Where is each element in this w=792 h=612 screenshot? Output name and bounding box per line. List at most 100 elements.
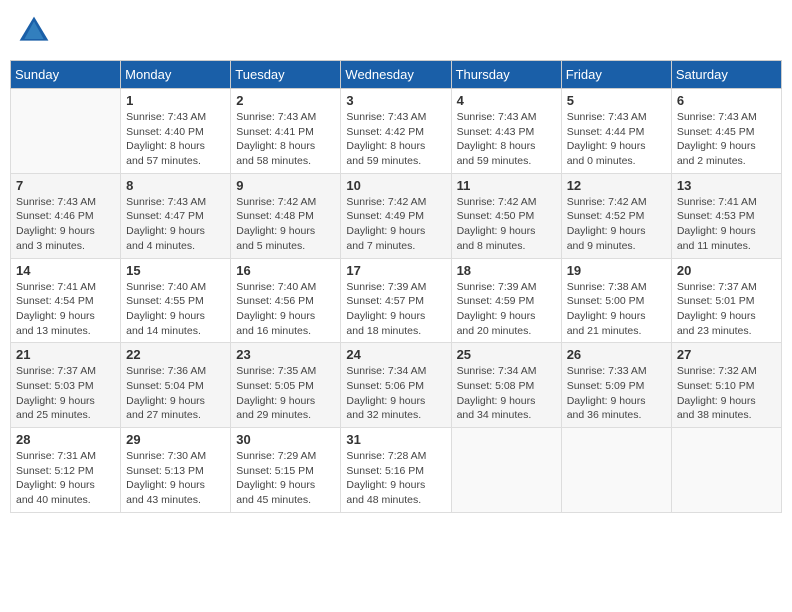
day-detail: Sunrise: 7:43 AMSunset: 4:45 PMDaylight:… [677, 110, 776, 169]
day-number: 26 [567, 347, 666, 362]
day-detail: Sunrise: 7:39 AMSunset: 4:59 PMDaylight:… [457, 280, 556, 339]
weekday-header-saturday: Saturday [671, 61, 781, 89]
calendar-day-cell: 9 Sunrise: 7:42 AMSunset: 4:48 PMDaylight… [231, 173, 341, 258]
calendar-day-cell: 12Sunrise: 7:42 AMSunset: 4:52 PMDayligh… [561, 173, 671, 258]
day-number: 21 [16, 347, 115, 362]
day-detail: Sunrise: 7:35 AMSunset: 5:05 PMDaylight:… [236, 364, 335, 423]
day-detail: Sunrise: 7:42 AMSunset: 4:50 PMDaylight:… [457, 195, 556, 254]
calendar-day-cell [671, 428, 781, 513]
day-detail: Sunrise: 7:42 AMSunset: 4:48 PMDaylight:… [236, 195, 335, 254]
calendar-day-cell [561, 428, 671, 513]
weekday-header-wednesday: Wednesday [341, 61, 451, 89]
day-detail: Sunrise: 7:32 AMSunset: 5:10 PMDaylight:… [677, 364, 776, 423]
calendar-day-cell: 20 Sunrise: 7:37 AMSunset: 5:01 PMDayligh… [671, 258, 781, 343]
day-number: 12 [567, 178, 666, 193]
calendar-week-row: 14 Sunrise: 7:41 AMSunset: 4:54 PMDayligh… [11, 258, 782, 343]
day-detail: Sunrise: 7:41 AMSunset: 4:54 PMDaylight:… [16, 280, 115, 339]
day-detail: Sunrise: 7:39 AMSunset: 4:57 PMDaylight:… [346, 280, 445, 339]
day-number: 28 [16, 432, 115, 447]
calendar-week-row: 1 Sunrise: 7:43 AMSunset: 4:40 PMDaylight… [11, 89, 782, 174]
logo-icon [18, 15, 50, 47]
calendar-day-cell: 23 Sunrise: 7:35 AMSunset: 5:05 PMDayligh… [231, 343, 341, 428]
calendar-day-cell [11, 89, 121, 174]
day-number: 4 [457, 93, 556, 108]
day-detail: Sunrise: 7:28 AMSunset: 5:16 PMDaylight:… [346, 449, 445, 508]
calendar-day-cell: 19 Sunrise: 7:38 AMSunset: 5:00 PMDayligh… [561, 258, 671, 343]
calendar-week-row: 21Sunrise: 7:37 AMSunset: 5:03 PMDayligh… [11, 343, 782, 428]
day-detail: Sunrise: 7:34 AMSunset: 5:08 PMDaylight:… [457, 364, 556, 423]
day-number: 15 [126, 263, 225, 278]
day-detail: Sunrise: 7:43 AMSunset: 4:44 PMDaylight:… [567, 110, 666, 169]
day-number: 2 [236, 93, 335, 108]
day-number: 23 [236, 347, 335, 362]
day-number: 5 [567, 93, 666, 108]
weekday-header-row: SundayMondayTuesdayWednesdayThursdayFrid… [11, 61, 782, 89]
day-number: 25 [457, 347, 556, 362]
day-number: 8 [126, 178, 225, 193]
calendar-day-cell: 22Sunrise: 7:36 AMSunset: 5:04 PMDayligh… [121, 343, 231, 428]
day-number: 11 [457, 178, 556, 193]
day-number: 7 [16, 178, 115, 193]
day-number: 31 [346, 432, 445, 447]
calendar-day-cell: 4Sunrise: 7:43 AMSunset: 4:43 PMDaylight… [451, 89, 561, 174]
day-number: 20 [677, 263, 776, 278]
calendar-day-cell: 13 Sunrise: 7:41 AMSunset: 4:53 PMDayligh… [671, 173, 781, 258]
day-detail: Sunrise: 7:29 AMSunset: 5:15 PMDaylight:… [236, 449, 335, 508]
day-detail: Sunrise: 7:31 AMSunset: 5:12 PMDaylight:… [16, 449, 115, 508]
day-number: 9 [236, 178, 335, 193]
day-number: 18 [457, 263, 556, 278]
calendar-day-cell: 16 Sunrise: 7:40 AMSunset: 4:56 PMDayligh… [231, 258, 341, 343]
calendar-day-cell: 29 Sunrise: 7:30 AMSunset: 5:13 PMDayligh… [121, 428, 231, 513]
calendar-day-cell: 10 Sunrise: 7:42 AMSunset: 4:49 PMDayligh… [341, 173, 451, 258]
day-number: 1 [126, 93, 225, 108]
day-detail: Sunrise: 7:41 AMSunset: 4:53 PMDaylight:… [677, 195, 776, 254]
day-number: 13 [677, 178, 776, 193]
calendar-week-row: 28 Sunrise: 7:31 AMSunset: 5:12 PMDayligh… [11, 428, 782, 513]
day-number: 29 [126, 432, 225, 447]
day-detail: Sunrise: 7:43 AMSunset: 4:41 PMDaylight:… [236, 110, 335, 169]
day-detail: Sunrise: 7:37 AMSunset: 5:01 PMDaylight:… [677, 280, 776, 339]
calendar-day-cell: 17Sunrise: 7:39 AMSunset: 4:57 PMDayligh… [341, 258, 451, 343]
calendar-day-cell: 31 Sunrise: 7:28 AMSunset: 5:16 PMDayligh… [341, 428, 451, 513]
weekday-header-monday: Monday [121, 61, 231, 89]
calendar-day-cell: 28 Sunrise: 7:31 AMSunset: 5:12 PMDayligh… [11, 428, 121, 513]
day-detail: Sunrise: 7:43 AMSunset: 4:46 PMDaylight:… [16, 195, 115, 254]
calendar-day-cell: 3 Sunrise: 7:43 AMSunset: 4:42 PMDaylight… [341, 89, 451, 174]
day-number: 6 [677, 93, 776, 108]
calendar-day-cell: 5 Sunrise: 7:43 AMSunset: 4:44 PMDaylight… [561, 89, 671, 174]
weekday-header-thursday: Thursday [451, 61, 561, 89]
day-detail: Sunrise: 7:43 AMSunset: 4:40 PMDaylight:… [126, 110, 225, 169]
calendar-day-cell: 15 Sunrise: 7:40 AMSunset: 4:55 PMDayligh… [121, 258, 231, 343]
day-detail: Sunrise: 7:43 AMSunset: 4:47 PMDaylight:… [126, 195, 225, 254]
day-number: 30 [236, 432, 335, 447]
day-detail: Sunrise: 7:43 AMSunset: 4:42 PMDaylight:… [346, 110, 445, 169]
weekday-header-sunday: Sunday [11, 61, 121, 89]
day-number: 14 [16, 263, 115, 278]
day-detail: Sunrise: 7:40 AMSunset: 4:56 PMDaylight:… [236, 280, 335, 339]
logo [18, 15, 54, 47]
page-header [10, 10, 782, 52]
calendar-day-cell: 8 Sunrise: 7:43 AMSunset: 4:47 PMDaylight… [121, 173, 231, 258]
calendar-day-cell: 18 Sunrise: 7:39 AMSunset: 4:59 PMDayligh… [451, 258, 561, 343]
calendar-day-cell [451, 428, 561, 513]
day-detail: Sunrise: 7:42 AMSunset: 4:49 PMDaylight:… [346, 195, 445, 254]
day-detail: Sunrise: 7:40 AMSunset: 4:55 PMDaylight:… [126, 280, 225, 339]
calendar-day-cell: 30 Sunrise: 7:29 AMSunset: 5:15 PMDayligh… [231, 428, 341, 513]
calendar-day-cell: 14 Sunrise: 7:41 AMSunset: 4:54 PMDayligh… [11, 258, 121, 343]
calendar-day-cell: 11 Sunrise: 7:42 AMSunset: 4:50 PMDayligh… [451, 173, 561, 258]
day-number: 24 [346, 347, 445, 362]
day-detail: Sunrise: 7:30 AMSunset: 5:13 PMDaylight:… [126, 449, 225, 508]
day-number: 3 [346, 93, 445, 108]
calendar-table: SundayMondayTuesdayWednesdayThursdayFrid… [10, 60, 782, 513]
calendar-day-cell: 7 Sunrise: 7:43 AMSunset: 4:46 PMDaylight… [11, 173, 121, 258]
calendar-day-cell: 26Sunrise: 7:33 AMSunset: 5:09 PMDayligh… [561, 343, 671, 428]
calendar-day-cell: 21Sunrise: 7:37 AMSunset: 5:03 PMDayligh… [11, 343, 121, 428]
day-detail: Sunrise: 7:34 AMSunset: 5:06 PMDaylight:… [346, 364, 445, 423]
day-detail: Sunrise: 7:38 AMSunset: 5:00 PMDaylight:… [567, 280, 666, 339]
calendar-day-cell: 1 Sunrise: 7:43 AMSunset: 4:40 PMDaylight… [121, 89, 231, 174]
calendar-day-cell: 27Sunrise: 7:32 AMSunset: 5:10 PMDayligh… [671, 343, 781, 428]
day-number: 16 [236, 263, 335, 278]
day-number: 10 [346, 178, 445, 193]
day-number: 19 [567, 263, 666, 278]
weekday-header-tuesday: Tuesday [231, 61, 341, 89]
